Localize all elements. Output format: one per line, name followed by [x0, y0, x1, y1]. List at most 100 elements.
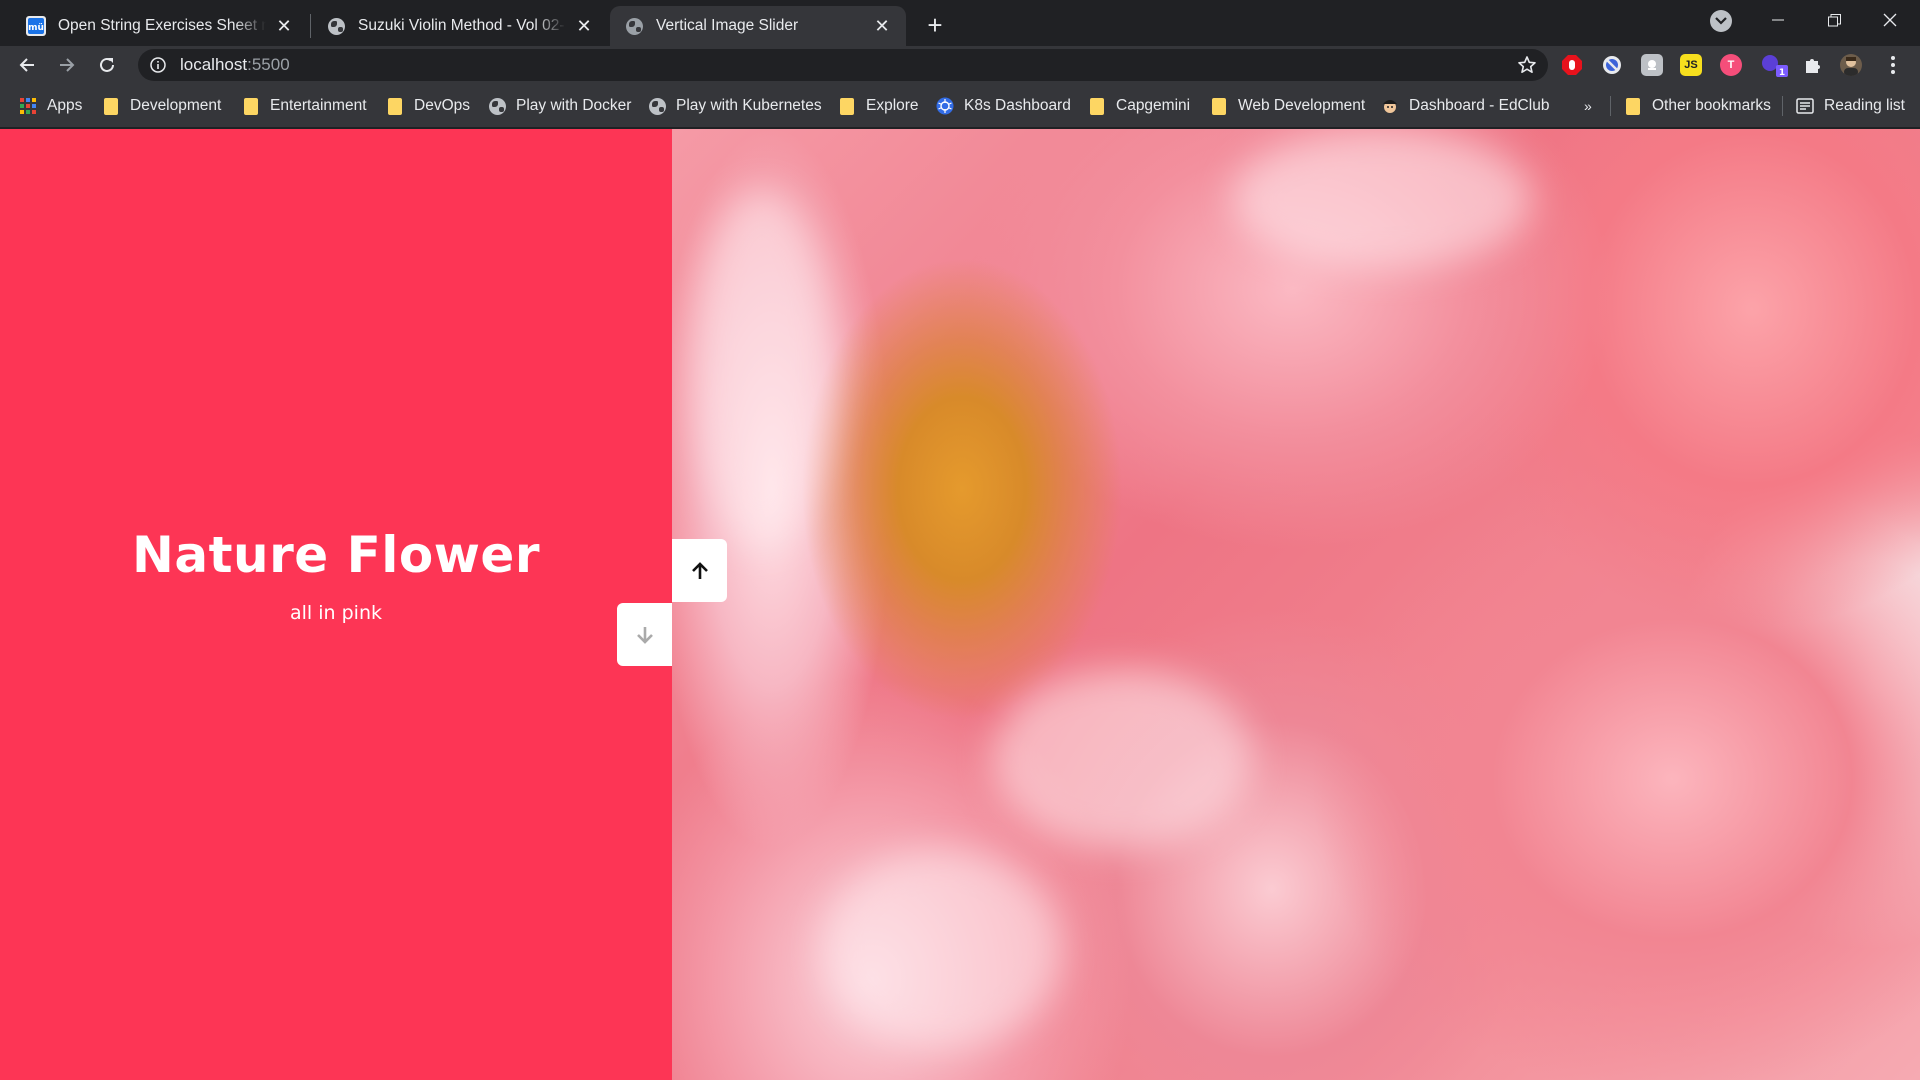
kubernetes-icon: [936, 97, 954, 115]
kebab-menu-icon[interactable]: [1882, 54, 1904, 76]
arrow-right-icon: [60, 58, 75, 72]
bookmark-web-development[interactable]: Web Development: [1210, 95, 1365, 117]
tab-strip: mü Open String Exercises Sheet music ✕ S…: [0, 0, 1920, 46]
musescore-icon: mü: [26, 16, 46, 36]
tab-title: Open String Exercises Sheet music: [58, 17, 266, 34]
multi-extension-icon[interactable]: 1: [1760, 54, 1790, 77]
bookmark-k8s-dashboard[interactable]: K8s Dashboard: [936, 95, 1071, 117]
globe-icon: [488, 97, 506, 115]
bookmark-label: Entertainment: [270, 97, 367, 114]
close-icon[interactable]: ✕: [872, 16, 892, 36]
slide-up-button[interactable]: [672, 539, 727, 602]
bookmark-label: DevOps: [414, 97, 470, 114]
bookmark-label: Play with Kubernetes: [676, 97, 822, 114]
address-bar[interactable]: localhost:5500: [138, 49, 1548, 81]
bookmark-label: Play with Docker: [516, 97, 632, 114]
slide-title: Nature Flower: [132, 525, 540, 584]
forward-button[interactable]: [51, 49, 83, 81]
tab-open-string-exercises[interactable]: mü Open String Exercises Sheet music ✕: [12, 6, 308, 46]
globe-icon: [648, 97, 666, 115]
t-extension-icon[interactable]: T: [1720, 54, 1742, 76]
javascript-extension-icon[interactable]: JS: [1680, 54, 1702, 76]
bookmark-label: Other bookmarks: [1652, 97, 1771, 114]
info-icon[interactable]: [148, 55, 168, 75]
folder-icon: [242, 97, 260, 115]
slide-subtitle: all in pink: [290, 601, 382, 624]
minimize-button[interactable]: [1750, 0, 1806, 40]
bookmark-other-bookmarks[interactable]: Other bookmarks: [1624, 95, 1771, 117]
tab-separator: [310, 14, 311, 38]
bookmark-explore[interactable]: Explore: [838, 95, 919, 117]
chevron-double-right-icon: »: [1584, 98, 1592, 114]
bookmark-play-with-docker[interactable]: Play with Docker: [488, 95, 631, 117]
close-icon: [1883, 13, 1897, 27]
blocker-extension-icon[interactable]: [1601, 54, 1623, 76]
bookmark-star-icon[interactable]: [1516, 54, 1538, 76]
bookmark-development[interactable]: Development: [102, 95, 221, 117]
bookmark-label: K8s Dashboard: [964, 97, 1071, 114]
bookmark-capgemini[interactable]: Capgemini: [1088, 95, 1190, 117]
flower-image: [672, 129, 1920, 1080]
bookmark-label: Development: [130, 97, 222, 114]
bookmark-apps[interactable]: Apps: [19, 95, 82, 117]
bookmark-entertainment[interactable]: Entertainment: [242, 95, 367, 117]
petal-highlight: [692, 189, 832, 549]
arrow-down-icon: [636, 626, 653, 644]
apps-grid-icon: [19, 97, 37, 115]
extensions-puzzle-icon[interactable]: [1802, 54, 1824, 76]
url-host: localhost: [180, 55, 248, 74]
tab-vertical-image-slider[interactable]: Vertical Image Slider ✕: [610, 6, 906, 46]
profile-avatar[interactable]: [1840, 54, 1862, 76]
tab-title: Vertical Image Slider: [656, 17, 799, 34]
page-viewport: Nature Flower all in pink: [0, 129, 1920, 1080]
folder-icon: [386, 97, 404, 115]
globe-icon: [624, 16, 644, 36]
close-window-button[interactable]: [1862, 0, 1918, 40]
bookmarks-separator: [1610, 96, 1611, 116]
reading-list-icon: [1796, 97, 1814, 115]
reload-button[interactable]: [91, 49, 123, 81]
left-slide: Nature Flower all in pink: [0, 129, 672, 1080]
bookmark-label: Explore: [866, 97, 919, 114]
reading-list-button[interactable]: Reading list: [1796, 95, 1905, 117]
arrow-left-icon: [19, 58, 34, 72]
screenshot-extension-icon[interactable]: [1641, 54, 1663, 76]
restore-button[interactable]: [1806, 0, 1862, 40]
close-icon[interactable]: ✕: [574, 16, 594, 36]
petal-highlight: [992, 669, 1252, 849]
close-icon[interactable]: ✕: [274, 16, 294, 36]
arrow-up-icon: [691, 561, 708, 579]
bookmark-label: Web Development: [1238, 97, 1366, 114]
bookmark-devops[interactable]: DevOps: [386, 95, 470, 117]
bookmarks-bar: Apps Development Entertainment DevOps Pl…: [0, 84, 1920, 128]
chevron-down-icon: [1715, 17, 1727, 25]
svg-text:mü: mü: [28, 23, 44, 33]
folder-icon: [1210, 97, 1228, 115]
reload-icon: [100, 57, 114, 72]
bookmarks-separator: [1782, 96, 1783, 116]
bookmark-play-with-kubernetes[interactable]: Play with Kubernetes: [648, 95, 822, 117]
slide-down-button[interactable]: [617, 603, 672, 666]
bookmarks-overflow-button[interactable]: »: [1584, 95, 1592, 117]
edclub-icon: [1381, 97, 1399, 115]
folder-icon: [1624, 97, 1642, 115]
petal-highlight: [1232, 129, 1532, 269]
folder-icon: [838, 97, 856, 115]
minimize-icon: [1772, 19, 1784, 21]
url-text: localhost:5500: [180, 55, 290, 75]
folder-icon: [1088, 97, 1106, 115]
tab-title: Suzuki Violin Method - Vol 02-1.pdf: [358, 17, 566, 34]
bookmark-dashboard-edclub[interactable]: Dashboard - EdClub: [1381, 95, 1549, 117]
browser-toolbar: localhost:5500 JS T 1: [0, 46, 1920, 84]
tab-suzuki-violin[interactable]: Suzuki Violin Method - Vol 02-1.pdf ✕: [312, 6, 608, 46]
back-button[interactable]: [11, 49, 43, 81]
reading-list-label: Reading list: [1824, 97, 1905, 114]
bookmark-label: Apps: [47, 97, 83, 114]
tab-search-button[interactable]: [1710, 10, 1732, 32]
restore-icon: [1827, 13, 1841, 26]
url-port: :5500: [247, 55, 290, 74]
adblock-extension-icon[interactable]: [1561, 54, 1583, 76]
folder-icon: [102, 97, 120, 115]
bookmark-label: Dashboard - EdClub: [1409, 97, 1550, 114]
new-tab-button[interactable]: +: [919, 9, 951, 41]
